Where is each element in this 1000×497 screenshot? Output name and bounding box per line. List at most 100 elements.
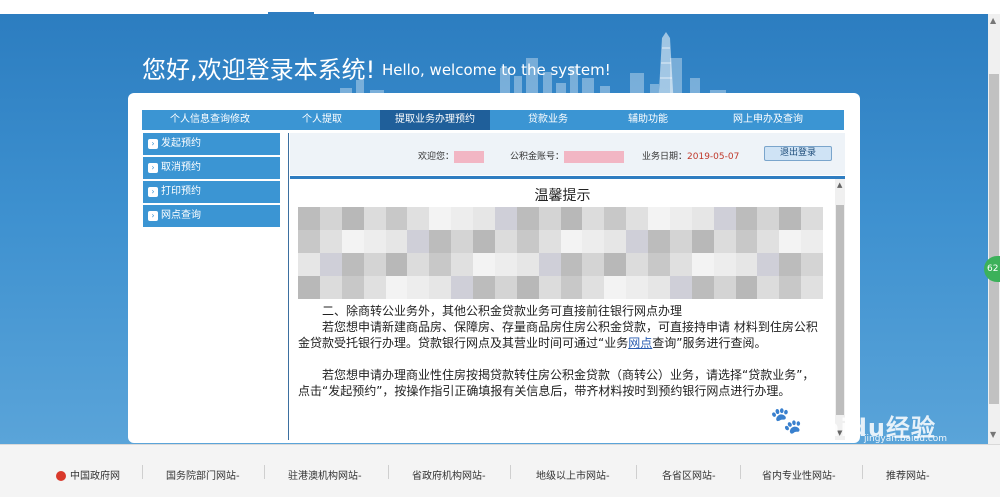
footer-link-professional[interactable]: 省内专业性网站- <box>762 467 836 482</box>
mosaic-cell <box>757 276 780 299</box>
mosaic-cell <box>407 230 430 253</box>
mosaic-cell <box>779 207 802 230</box>
footer-link-city[interactable]: 地级以上市网站- <box>536 467 610 482</box>
mosaic-cell <box>363 230 386 253</box>
account-label: 公积金账号： <box>510 152 565 162</box>
footer-link-hkmo[interactable]: 驻港澳机构网站- <box>288 467 362 482</box>
mosaic-cell <box>626 276 648 299</box>
mosaic-cell <box>779 230 802 253</box>
mosaic-cell <box>538 253 561 276</box>
footer-link-regions[interactable]: 各省区网站- <box>662 467 716 482</box>
scroll-down-icon[interactable]: ▼ <box>990 430 996 439</box>
mosaic-cell <box>713 230 736 253</box>
sidebar-item-label: 取消预约 <box>161 162 201 173</box>
mosaic-cell <box>560 230 583 253</box>
footer-separator <box>388 465 389 479</box>
footer-link-label: 中国政府网 <box>70 471 120 482</box>
tab-loan-business[interactable]: 贷款业务 <box>508 110 588 130</box>
mosaic-cell <box>669 276 692 299</box>
mosaic-cell <box>494 253 517 276</box>
mosaic-cell <box>429 253 452 276</box>
mosaic-cell <box>779 253 802 276</box>
top-strip <box>0 0 1000 14</box>
tab-assist-functions[interactable]: 辅助功能 <box>608 110 688 130</box>
footer-link-state-council[interactable]: 国务院部门网站- <box>166 467 240 482</box>
notice-paragraph-3: 若您想申请新建商品房、保障房、存量商品房住房公积金贷款，可直接持申请 材料到住房… <box>298 319 818 351</box>
mosaic-cell <box>691 207 714 230</box>
mosaic-cell <box>582 253 605 276</box>
mosaic-cell <box>341 230 364 253</box>
mosaic-cell <box>648 253 670 276</box>
sidebar-item-label: 发起预约 <box>161 138 201 149</box>
mosaic-cell <box>429 276 452 299</box>
scroll-up-icon[interactable]: ▲ <box>837 181 842 189</box>
branch-link[interactable]: 网点 <box>628 336 652 350</box>
watermark-url: jingyan.baidu.com <box>864 434 948 444</box>
redacted-username <box>454 150 485 163</box>
mosaic-cell <box>604 230 627 253</box>
mosaic-cell <box>713 253 736 276</box>
mosaic-cell <box>735 276 758 299</box>
mosaic-cell <box>385 207 408 230</box>
national-emblem-icon <box>56 471 66 481</box>
mosaic-cell <box>626 230 648 253</box>
footer: 中国政府网 国务院部门网站- 驻港澳机构网站- 省政府机构网站- 地级以上市网站… <box>0 444 1000 497</box>
mosaic-cell <box>801 276 823 299</box>
date-value: 2019-05-07 <box>687 152 740 162</box>
sidebar-item-start-appointment[interactable]: › 发起预约 <box>143 133 280 155</box>
mosaic-cell <box>473 207 495 230</box>
mosaic-cell <box>494 230 517 253</box>
mosaic-cell <box>451 207 473 230</box>
mosaic-cell <box>538 207 561 230</box>
sidebar-item-print-appointment[interactable]: › 打印预约 <box>143 181 280 203</box>
redacted-account <box>564 150 625 163</box>
footer-separator <box>142 465 143 479</box>
footer-link-province[interactable]: 省政府机构网站- <box>412 467 486 482</box>
tab-online-apply[interactable]: 网上申办及查询 <box>708 110 828 130</box>
mosaic-cell <box>319 276 342 299</box>
mosaic-cell <box>385 230 408 253</box>
mosaic-cell <box>516 253 539 276</box>
mosaic-cell <box>298 230 320 253</box>
welcome-heading-cn: 您好,欢迎登录本系统! <box>142 56 376 84</box>
mosaic-cell <box>385 276 408 299</box>
sidebar-item-cancel-appointment[interactable]: › 取消预约 <box>143 157 280 179</box>
chevron-right-icon: › <box>148 211 158 221</box>
divider <box>288 133 289 440</box>
tab-personal-withdraw[interactable]: 个人提取 <box>282 110 362 130</box>
mosaic-cell <box>341 253 364 276</box>
mosaic-cell <box>516 276 539 299</box>
page-scrollbar[interactable]: ▲ ▼ <box>988 14 1000 444</box>
mosaic-cell <box>604 253 627 276</box>
notice-content: 温馨提示 二、除商转公业务外，其他公积金贷款业务可直接前往银行网点办理 若您想申… <box>290 179 835 440</box>
chevron-right-icon: › <box>148 187 158 197</box>
tab-withdraw-appointment[interactable]: 提取业务办理预约 <box>380 110 490 130</box>
mosaic-cell <box>473 276 495 299</box>
mosaic-cell <box>363 276 386 299</box>
mosaic-cell <box>298 276 320 299</box>
mosaic-cell <box>429 207 452 230</box>
footer-link-gov[interactable]: 中国政府网 <box>56 467 120 482</box>
mosaic-cell <box>473 253 495 276</box>
mosaic-cell <box>757 207 780 230</box>
logout-button[interactable]: 退出登录 <box>764 146 832 161</box>
mosaic-cell <box>626 253 648 276</box>
tab-personal-info[interactable]: 个人信息查询修改 <box>142 110 278 130</box>
footer-separator <box>264 465 265 479</box>
mosaic-cell <box>691 230 714 253</box>
scroll-up-icon[interactable]: ▲ <box>990 16 996 25</box>
account-number: 公积金账号： <box>510 149 625 163</box>
mosaic-cell <box>691 253 714 276</box>
mosaic-cell <box>779 276 802 299</box>
content-scrollbar[interactable]: ▲ ▼ <box>835 179 845 440</box>
mosaic-cell <box>669 207 692 230</box>
scrollbar-thumb[interactable] <box>989 74 999 404</box>
mosaic-cell <box>801 253 823 276</box>
sidebar-item-branch-query[interactable]: › 网点查询 <box>143 205 280 227</box>
redacted-text-block <box>298 207 823 299</box>
mosaic-cell <box>341 276 364 299</box>
footer-link-recommended[interactable]: 推荐网站- <box>886 467 930 482</box>
mosaic-cell <box>757 230 780 253</box>
mosaic-cell <box>451 276 473 299</box>
content-scrollbar-thumb[interactable] <box>836 205 844 415</box>
